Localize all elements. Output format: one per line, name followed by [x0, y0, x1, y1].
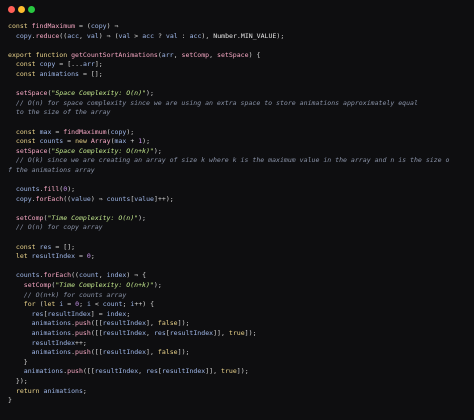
code-line: for (let i = 0; i < count; i++) {	[23, 300, 155, 309]
code-line: f the animations array	[8, 165, 95, 174]
code-line: const res = [];	[15, 242, 76, 251]
code-line: const findMaximum = (copy) ⇒	[8, 22, 119, 30]
code-line: export function getCountSortAnimations(a…	[8, 50, 261, 59]
code-line: const animations = [];	[15, 69, 103, 78]
code-line: }	[23, 357, 28, 366]
code-line: counts.fill(0);	[15, 185, 76, 194]
code-line: res[resultIndex] = index;	[31, 309, 131, 318]
code-line: });	[15, 376, 28, 385]
maximize-button[interactable]	[28, 6, 35, 13]
code-line: return animations;	[15, 386, 87, 395]
code-line: animations.push([[resultIndex, res[resul…	[31, 329, 257, 337]
code-line: let resultIndex = 0;	[15, 252, 95, 261]
code-line: setComp("Time Complexity: O(n)");	[15, 213, 146, 222]
code-line: const copy = [...arr];	[15, 60, 103, 69]
code-line: setComp("Time Complexity: O(n+k)");	[23, 281, 162, 290]
code-line: copy.reduce((acc, val) ⇒ (val > acc ? va…	[15, 31, 285, 40]
code-line: animations.push([[resultIndex], false]);	[31, 319, 190, 328]
code-line: const counts = new Array(max + 1);	[15, 137, 151, 146]
code-line: // O(k) since we are creating an array o…	[15, 156, 450, 165]
minimize-button[interactable]	[18, 6, 25, 13]
code-line: }	[8, 396, 12, 405]
code-line: copy.forEach((value) ⇒ counts[value]++);	[15, 194, 174, 203]
code-line: setSpace("Space Complexity: O(n)");	[15, 89, 154, 98]
close-button[interactable]	[8, 6, 15, 13]
code-line: to the size of the array	[8, 108, 111, 117]
code-line: // O(n) for copy array	[15, 223, 103, 232]
code-line: resultIndex++;	[31, 338, 87, 347]
title-bar	[0, 0, 474, 20]
code-line: counts.forEach((count, index) ⇒ {	[15, 271, 147, 280]
code-line: animations.push([[resultIndex], false]);	[31, 348, 190, 357]
code-line: // O(n+k) for counts array	[23, 290, 127, 299]
code-line: animations.push([[resultIndex, res[resul…	[23, 367, 249, 376]
code-window: const findMaximum = (copy) ⇒ copy.reduce…	[0, 0, 474, 420]
code-line: const max = findMaximum(copy);	[15, 127, 135, 136]
code-block: const findMaximum = (copy) ⇒ copy.reduce…	[8, 22, 468, 406]
code-line: setSpace("Space Complexity: O(n+k)");	[15, 146, 162, 155]
code-line: // O(n) for space complexity since we ar…	[15, 98, 418, 107]
